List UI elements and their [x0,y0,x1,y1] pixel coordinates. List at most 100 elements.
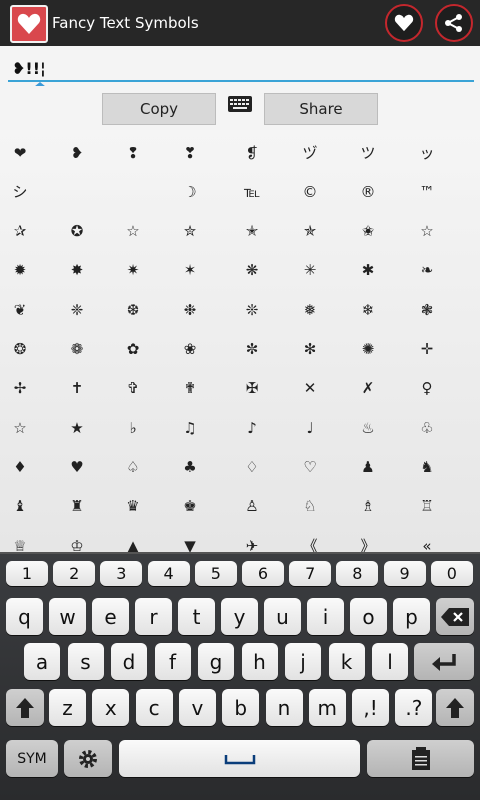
symbol-cell[interactable]: ✰ [0,212,40,251]
symbol-cell[interactable]: ✮ [170,212,210,251]
symbol-cell[interactable]: ♟ [348,447,388,486]
symbol-cell[interactable]: ✛ [407,330,447,369]
symbol-cell[interactable]: ▼ [170,526,210,553]
key-i[interactable]: i [307,598,344,635]
symbol-cell[interactable]: ❣ [170,133,210,172]
symbol-cell[interactable]: ♤ [113,447,153,486]
symbol-cell[interactable]: ♀ [407,369,447,408]
number-key-1[interactable]: 1 [6,561,48,586]
symbol-cell[interactable]: ♦ [0,447,40,486]
sym-key[interactable]: SYM [6,740,58,777]
number-key-5[interactable]: 5 [194,561,237,586]
symbol-cell[interactable]: ♖ [407,487,447,526]
enter-key[interactable] [414,643,474,680]
symbol-cell[interactable]: ❉ [170,290,210,329]
symbol-cell[interactable]: ✶ [170,251,210,290]
number-key-8[interactable]: 8 [336,561,379,586]
symbol-cell[interactable]: ✢ [0,369,40,408]
symbol-cell[interactable]: ✞ [113,369,153,408]
key-u[interactable]: u [264,598,301,635]
key-f[interactable]: f [154,643,191,680]
copy-button[interactable]: Copy [102,93,216,125]
key-p[interactable]: p [393,598,430,635]
symbol-cell[interactable]: 》 [348,526,388,552]
symbol-cell[interactable]: ツ [348,133,388,172]
key-d[interactable]: d [111,643,147,680]
number-key-7[interactable]: 7 [289,561,332,586]
key-a[interactable]: a [24,643,60,680]
key-g[interactable]: g [198,643,234,680]
symbol-cell[interactable]: シ [0,172,40,211]
key-l[interactable]: l [372,643,408,680]
number-key-0[interactable]: 0 [430,561,473,586]
shift-key-left[interactable] [6,689,44,726]
key-v[interactable]: v [178,689,216,726]
symbol-cell[interactable]: ❡ [232,133,272,172]
symbol-cell[interactable]: ✬ [348,212,388,251]
key-comma[interactable]: ,! [352,689,390,726]
symbol-cell[interactable]: ♢ [232,447,272,486]
symbol-cell[interactable]: ❈ [57,290,97,329]
symbol-cell[interactable]: ♧ [407,408,447,447]
symbol-cell[interactable]: ♭ [113,408,153,447]
symbol-cell[interactable]: ☆ [0,408,40,447]
symbol-cell[interactable]: ♔ [57,526,97,553]
symbol-cell[interactable]: ✻ [290,330,330,369]
symbol-cell[interactable]: ヅ [290,133,330,172]
symbol-cell[interactable]: ❊ [232,290,272,329]
symbol-cell[interactable]: ♩ [290,408,330,447]
symbol-cell[interactable]: ✪ [57,212,97,251]
shift-key-right[interactable] [436,689,474,726]
symbol-cell[interactable]: ☆ [407,212,447,251]
symbol-cell[interactable]: ❄ [348,290,388,329]
key-r[interactable]: r [135,598,172,635]
number-key-2[interactable]: 2 [53,561,96,586]
symbol-cell[interactable]: ❂ [0,330,40,369]
symbol-cell[interactable]: ✟ [170,369,210,408]
symbol-cell[interactable]: ❢ [113,133,153,172]
key-y[interactable]: y [221,598,258,635]
key-x[interactable]: x [92,689,130,726]
number-key-4[interactable]: 4 [147,561,190,586]
key-q[interactable]: q [6,598,43,635]
symbol-cell[interactable]: ッ [407,133,447,172]
symbol-cell[interactable]: ✼ [232,330,272,369]
key-j[interactable]: j [285,643,321,680]
symbol-cell[interactable]: ✠ [232,369,272,408]
symbol-cell[interactable]: ♘ [290,487,330,526]
symbol-cell[interactable]: ❥ [57,133,97,172]
symbol-cell[interactable]: ♗ [348,487,388,526]
symbol-cell[interactable]: ✹ [0,251,40,290]
key-h[interactable]: h [241,643,278,680]
key-z[interactable]: z [49,689,86,726]
symbol-cell[interactable]: ✱ [348,251,388,290]
symbol-cell[interactable]: ♜ [57,487,97,526]
symbol-cell[interactable]: ☆ [113,212,153,251]
symbol-cell[interactable]: 《 [290,526,330,552]
symbol-cell[interactable] [113,172,153,211]
symbol-cell[interactable]: ✺ [348,330,388,369]
symbol-cell[interactable]: ❧ [407,251,447,290]
symbol-cell[interactable]: ✸ [57,251,97,290]
key-t[interactable]: t [178,598,215,635]
key-o[interactable]: o [350,598,387,635]
key-n[interactable]: n [265,689,303,726]
key-m[interactable]: m [308,689,346,726]
space-key[interactable] [119,740,360,777]
keyboard-icon[interactable] [228,96,252,112]
symbol-cell[interactable]: ☽ [170,172,210,211]
symbol-cell[interactable]: ❃ [407,290,447,329]
symbol-cell[interactable]: ❋ [232,251,272,290]
symbol-cell[interactable]: ™ [407,172,447,211]
symbol-cell[interactable]: © [290,172,330,211]
number-key-9[interactable]: 9 [383,561,426,586]
symbol-cell[interactable]: ♣ [170,447,210,486]
symbol-cell[interactable]: ✈ [232,526,272,553]
key-w[interactable]: w [49,598,86,635]
symbol-cell[interactable]: ❦ [0,290,40,329]
key-c[interactable]: c [135,689,173,726]
symbol-cell[interactable]: ❆ [113,290,153,329]
symbol-cell[interactable]: ♫ [170,408,210,447]
number-key-6[interactable]: 6 [242,561,284,586]
symbol-cell[interactable]: ✿ [113,330,153,369]
